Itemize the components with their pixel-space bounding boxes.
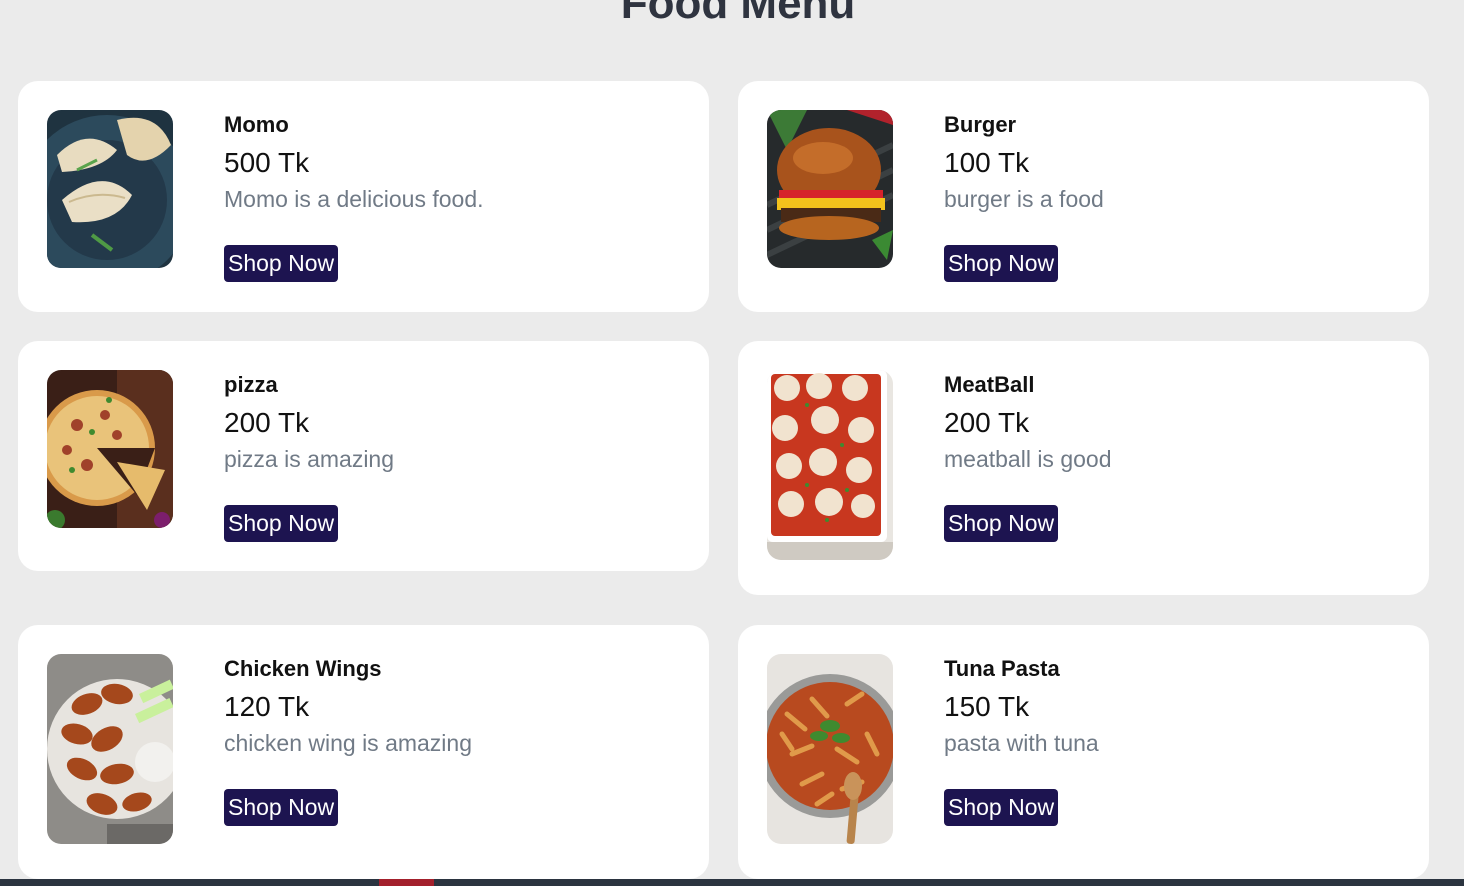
item-name: MeatBall <box>944 372 1035 397</box>
menu-info: pizza 200 Tk pizza is amazing <box>224 371 394 474</box>
menu-card-pizza: pizza 200 Tk pizza is amazing Shop Now <box>18 341 709 571</box>
menu-info: MeatBall 200 Tk meatball is good <box>944 371 1112 474</box>
item-description: chicken wing is amazing <box>224 730 473 756</box>
menu-card-tuna-pasta: Tuna Pasta 150 Tk pasta with tuna Shop N… <box>738 625 1429 879</box>
item-price: 100 Tk <box>944 147 1030 178</box>
item-name: Momo <box>224 112 289 137</box>
menu-info: Tuna Pasta 150 Tk pasta with tuna <box>944 655 1099 758</box>
shop-now-button-meatball[interactable]: Shop Now <box>944 505 1059 542</box>
tuna-pasta-image <box>767 654 893 844</box>
burger-image <box>767 110 893 268</box>
item-description: meatball is good <box>944 446 1112 472</box>
chicken-wings-image <box>47 654 173 844</box>
footer-bar <box>0 879 1464 886</box>
shop-now-button-burger[interactable]: Shop Now <box>944 245 1059 282</box>
shop-now-button-tuna-pasta[interactable]: Shop Now <box>944 789 1059 826</box>
shop-now-button-chicken-wings[interactable]: Shop Now <box>224 789 339 826</box>
menu-card-chicken-wings: Chicken Wings 120 Tk chicken wing is ama… <box>18 625 709 879</box>
item-price: 200 Tk <box>224 407 310 438</box>
item-price: 120 Tk <box>224 691 310 722</box>
item-description: pasta with tuna <box>944 730 1099 756</box>
shop-now-button-pizza[interactable]: Shop Now <box>224 505 339 542</box>
item-name: Burger <box>944 112 1017 137</box>
footer-accent <box>379 879 434 886</box>
item-name: Tuna Pasta <box>944 656 1060 681</box>
meatball-image <box>767 370 893 560</box>
item-name: pizza <box>224 372 278 397</box>
item-price: 200 Tk <box>944 407 1030 438</box>
page-title: Food Menu <box>620 0 856 28</box>
menu-info: Burger 100 Tk burger is a food <box>944 111 1104 214</box>
item-name: Chicken Wings <box>224 656 382 681</box>
item-price: 500 Tk <box>224 147 310 178</box>
item-price: 150 Tk <box>944 691 1030 722</box>
menu-info: Chicken Wings 120 Tk chicken wing is ama… <box>224 655 472 758</box>
shop-now-button-momo[interactable]: Shop Now <box>224 245 339 282</box>
item-description: Momo is a delicious food. <box>224 186 484 212</box>
menu-card-momo: Momo 500 Tk Momo is a delicious food. Sh… <box>18 81 709 312</box>
item-description: burger is a food <box>944 186 1104 212</box>
menu-card-burger: Burger 100 Tk burger is a food Shop Now <box>738 81 1429 312</box>
menu-info: Momo 500 Tk Momo is a delicious food. <box>224 111 484 214</box>
momo-image <box>47 110 173 268</box>
food-menu-page: Food Menu Momo 500 Tk Momo is a deliciou… <box>0 0 1464 886</box>
pizza-image <box>47 370 173 528</box>
menu-card-meatball: MeatBall 200 Tk meatball is good Shop No… <box>738 341 1429 595</box>
item-description: pizza is amazing <box>224 446 395 472</box>
